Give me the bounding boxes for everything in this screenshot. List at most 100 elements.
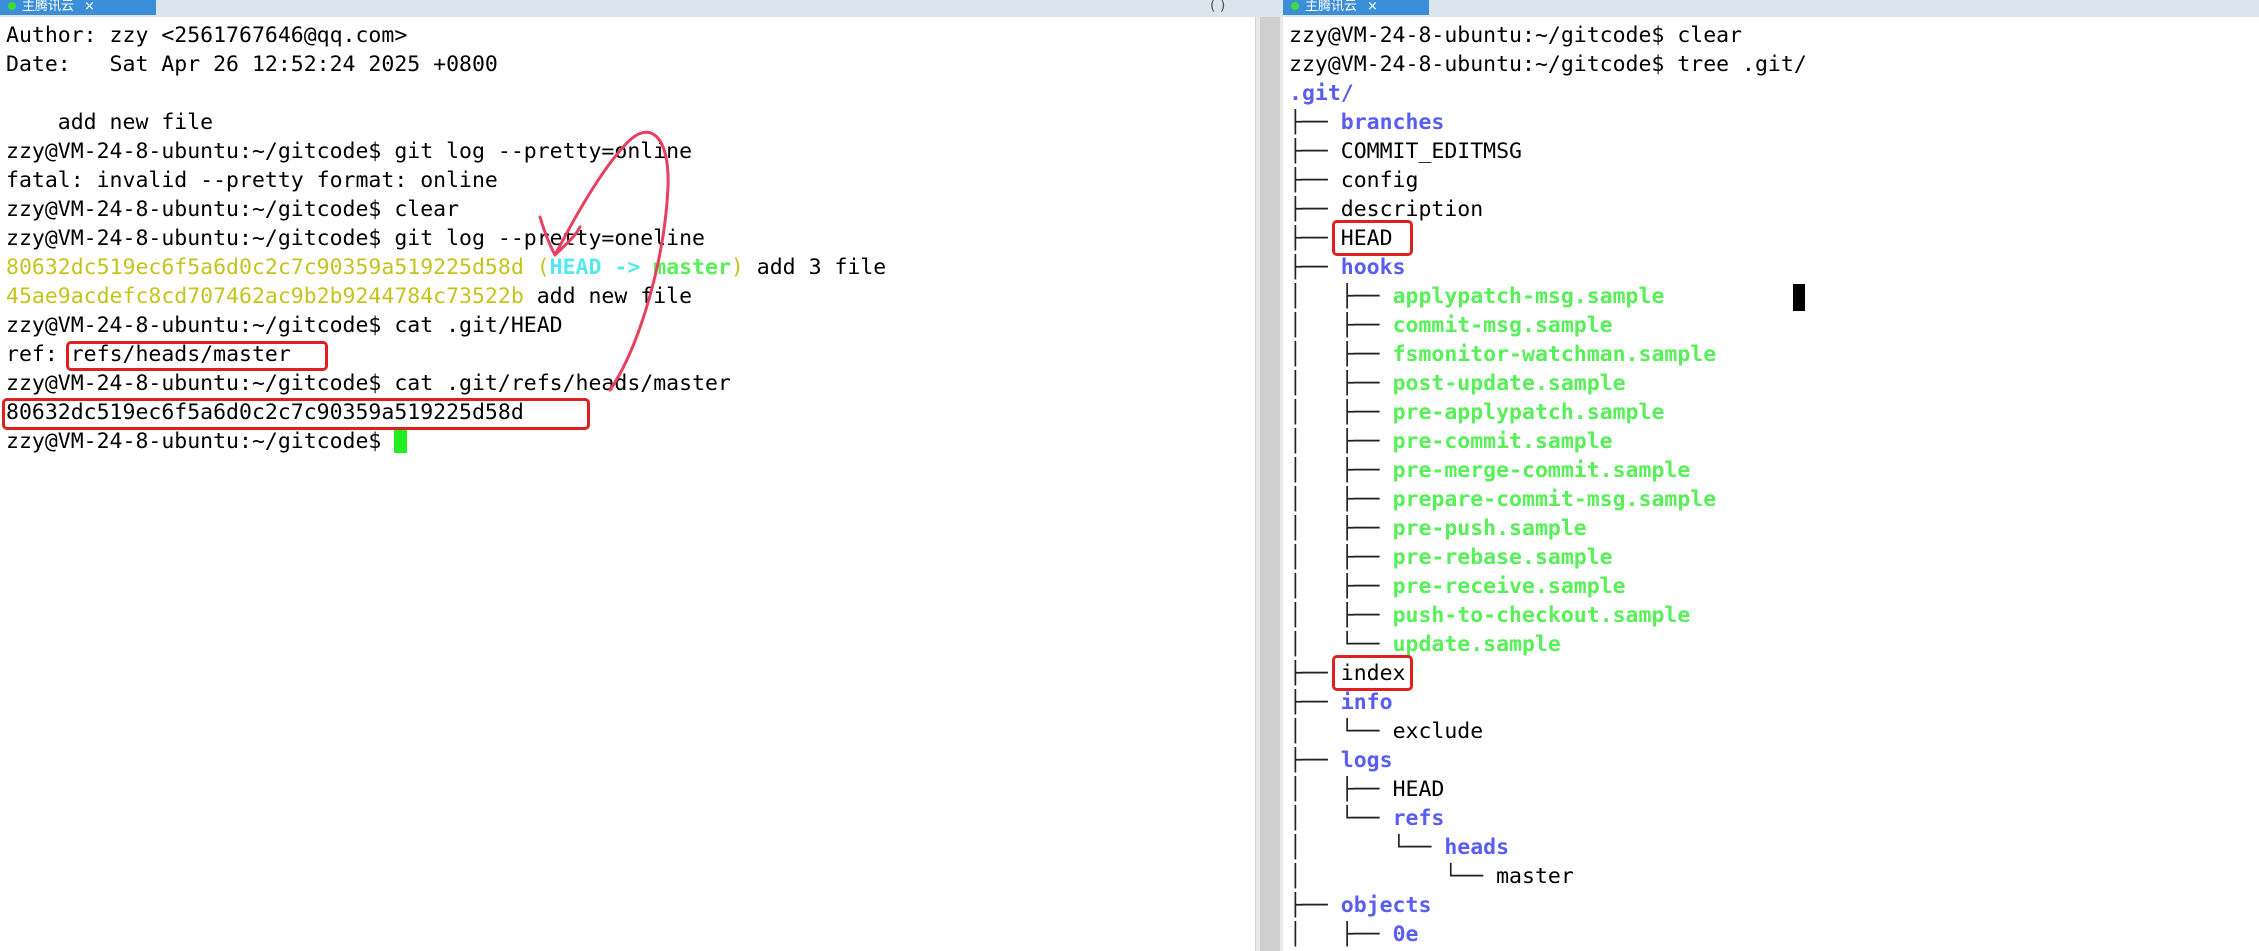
highlight-master-hash — [2, 398, 590, 430]
tree-branch-prefix: │ ├── — [1289, 922, 1393, 947]
tree-entry: │ └── heads — [1289, 833, 1509, 862]
tree-branch-prefix: │ └── — [1289, 806, 1393, 831]
tree-entry: │ ├── post-update.sample — [1289, 369, 1626, 398]
current-prompt-line[interactable]: zzy@VM-24-8-ubuntu:~/gitcode$ — [6, 427, 408, 456]
ref-open: ( — [523, 255, 550, 280]
tree-entry: │ ├── pre-applypatch.sample — [1289, 398, 1664, 427]
ref-close: ) — [730, 255, 744, 280]
tree-entry: ├── info — [1289, 688, 1393, 717]
tree-entry-name: fsmonitor-watchman.sample — [1392, 342, 1717, 367]
left-tab-extra: ( ) — [1210, 0, 1226, 14]
prompt: zzy@VM-24-8-ubuntu:~/gitcode$ — [6, 226, 395, 251]
tree-root: .git/ — [1289, 81, 1354, 106]
tree-branch-prefix: │ ├── — [1289, 777, 1393, 802]
left-terminal[interactable]: Author: zzy <2561767646@qq.com> Date: Sa… — [0, 17, 1255, 951]
tree-entry-name: 0e — [1392, 922, 1419, 947]
tree-entry: │ ├── pre-rebase.sample — [1289, 543, 1613, 572]
left-tab-title: 主腾讯云 — [22, 0, 75, 14]
tree-entry-name: HEAD — [1392, 777, 1445, 802]
terminal-line: zzy@VM-24-8-ubuntu:~/gitcode$ clear — [1289, 21, 1742, 50]
connection-status-icon — [8, 2, 16, 10]
terminal-line: zzy@VM-24-8-ubuntu:~/gitcode$ git log --… — [6, 137, 692, 166]
tree-branch-prefix: ├── — [1289, 110, 1341, 135]
tree-entry-name: logs — [1340, 748, 1393, 773]
tree-entry-name: pre-merge-commit.sample — [1392, 458, 1691, 483]
tree-branch-prefix: │ ├── — [1289, 574, 1393, 599]
tree-entry: ├── hooks — [1289, 253, 1406, 282]
tree-entry-name: pre-receive.sample — [1392, 574, 1626, 599]
tree-branch-prefix: ├── — [1289, 748, 1341, 773]
command: clear — [1677, 23, 1743, 48]
tree-entry: │ ├── applypatch-msg.sample — [1289, 282, 1664, 311]
ref-label: ref: — [6, 342, 71, 367]
tree-branch-prefix: │ ├── — [1289, 487, 1393, 512]
tree-entry: │ ├── prepare-commit-msg.sample — [1289, 485, 1716, 514]
tree-branch-prefix: ├── — [1289, 690, 1341, 715]
tree-entry-name: branches — [1340, 110, 1445, 135]
tree-entry-name: pre-applypatch.sample — [1392, 400, 1665, 425]
log-line: 45ae9acdefc8cd707462ac9b2b9244784c73522b… — [6, 282, 692, 311]
close-icon[interactable]: × — [1367, 0, 1378, 14]
command: git log --pretty=oneline — [394, 226, 705, 251]
terminal-line: zzy@VM-24-8-ubuntu:~/gitcode$ cat .git/r… — [6, 369, 731, 398]
tree-branch-prefix: │ ├── — [1289, 313, 1393, 338]
tree-entry-name: hooks — [1340, 255, 1406, 280]
tree-entry-name: info — [1340, 690, 1393, 715]
branch-ref: master — [653, 255, 731, 280]
command: clear — [394, 197, 460, 222]
right-terminal-tab[interactable]: 主腾讯云 × — [1283, 0, 1429, 15]
tree-branch-prefix: │ └── — [1289, 864, 1497, 889]
tree-entry-name: commit-msg.sample — [1392, 313, 1613, 338]
highlight-head-file — [1332, 220, 1413, 256]
tree-entry-name: COMMIT_EDITMSG — [1340, 139, 1522, 164]
scrollbar-thumb[interactable] — [1260, 17, 1280, 951]
terminal-cursor[interactable] — [394, 429, 408, 453]
left-scrollbar[interactable] — [1255, 17, 1285, 951]
tree-entry-name: update.sample — [1392, 632, 1561, 657]
tree-entry: ├── logs — [1289, 746, 1393, 775]
tree-entry: │ ├── pre-receive.sample — [1289, 572, 1626, 601]
tree-entry: ├── COMMIT_EDITMSG — [1289, 137, 1522, 166]
commit-hash: 80632dc519ec6f5a6d0c2c7c90359a519225d58d — [6, 255, 524, 280]
prompt: zzy@VM-24-8-ubuntu:~/gitcode$ — [6, 371, 395, 396]
tree-entry: │ └── refs — [1289, 804, 1444, 833]
tree-entry: │ ├── pre-merge-commit.sample — [1289, 456, 1690, 485]
prompt: zzy@VM-24-8-ubuntu:~/gitcode$ — [6, 429, 395, 454]
connection-status-icon — [1291, 2, 1299, 10]
tree-entry-name: pre-push.sample — [1392, 516, 1587, 541]
left-tab-strip: 主腾讯云 × ( ) — [0, 0, 1283, 17]
tree-entry-name: pre-commit.sample — [1392, 429, 1613, 454]
tree-branch-prefix: │ └── — [1289, 835, 1445, 860]
right-terminal[interactable]: zzy@VM-24-8-ubuntu:~/gitcode$ clear zzy@… — [1283, 17, 2259, 951]
highlight-ref-value — [66, 341, 328, 371]
tree-entry: │ ├── commit-msg.sample — [1289, 311, 1613, 340]
commit-hash: 45ae9acdefc8cd707462ac9b2b9244784c73522b — [6, 284, 524, 309]
tree-branch-prefix: ├── — [1289, 893, 1341, 918]
tree-entry: │ ├── 0e — [1289, 920, 1418, 949]
tree-branch-prefix: │ ├── — [1289, 342, 1393, 367]
tree-entry: │ ├── HEAD — [1289, 775, 1444, 804]
left-terminal-tab[interactable]: 主腾讯云 × — [0, 0, 156, 15]
tree-entry-name: heads — [1444, 835, 1510, 860]
tree-branch-prefix: │ ├── — [1289, 545, 1393, 570]
tree-entry-name: post-update.sample — [1392, 371, 1626, 396]
terminal-line: zzy@VM-24-8-ubuntu:~/gitcode$ cat .git/H… — [6, 311, 563, 340]
tree-entry: ├── config — [1289, 166, 1418, 195]
terminal-line: zzy@VM-24-8-ubuntu:~/gitcode$ clear — [6, 195, 459, 224]
tree-branch-prefix: │ └── — [1289, 719, 1393, 744]
terminal-line: zzy@VM-24-8-ubuntu:~/gitcode$ git log --… — [6, 224, 705, 253]
tree-entry: │ ├── push-to-checkout.sample — [1289, 601, 1690, 630]
prompt: zzy@VM-24-8-ubuntu:~/gitcode$ — [1289, 52, 1678, 77]
close-icon[interactable]: × — [84, 0, 95, 14]
terminal-cursor — [1793, 284, 1805, 311]
tree-branch-prefix: │ └── — [1289, 632, 1393, 657]
prompt: zzy@VM-24-8-ubuntu:~/gitcode$ — [6, 313, 395, 338]
prompt: zzy@VM-24-8-ubuntu:~/gitcode$ — [1289, 23, 1678, 48]
tree-entry-name: exclude — [1392, 719, 1484, 744]
tree-entry: ├── objects — [1289, 891, 1431, 920]
error-line: fatal: invalid --pretty format: online — [6, 168, 498, 193]
tree-entry-name: objects — [1340, 893, 1432, 918]
prompt: zzy@VM-24-8-ubuntu:~/gitcode$ — [6, 139, 395, 164]
tree-branch-prefix: ├── — [1289, 255, 1341, 280]
tree-entry: ├── branches — [1289, 108, 1444, 137]
